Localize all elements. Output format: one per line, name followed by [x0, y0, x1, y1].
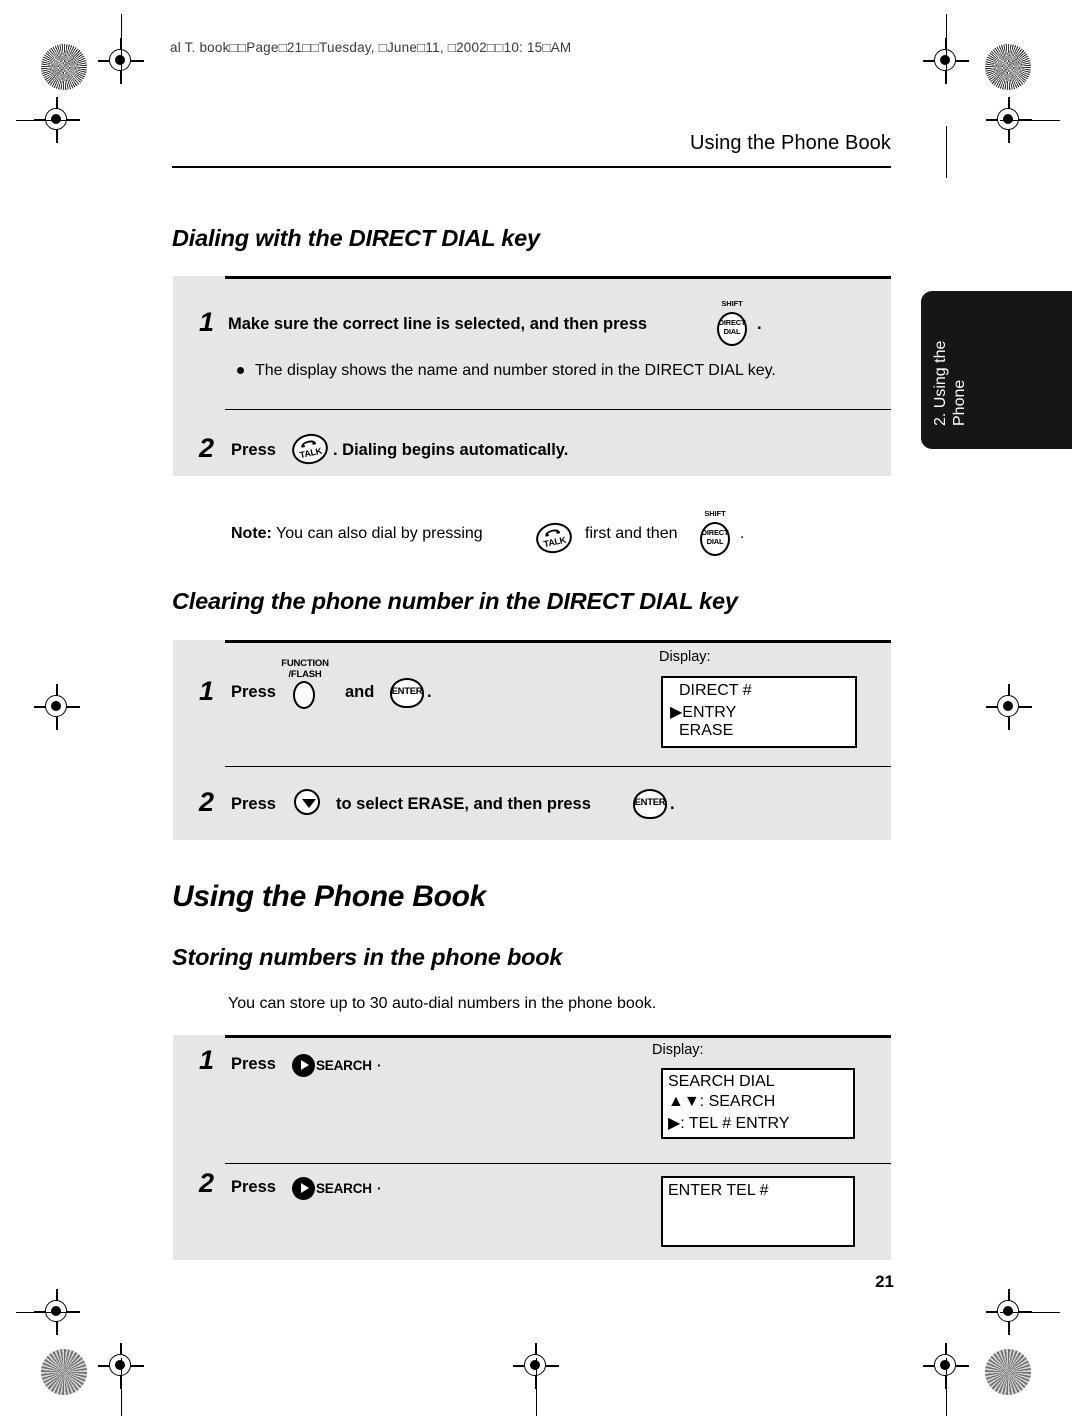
step-text-trailing: .	[670, 795, 675, 813]
display-label: Display:	[659, 649, 711, 665]
note-part2: first and then	[585, 525, 678, 542]
registration-rosette-bottom-left	[41, 1349, 87, 1395]
note-part1: You can also dial by pressing	[276, 525, 483, 542]
heading-clearing-direct-dial: Clearing the phone number in the DIRECT …	[172, 588, 738, 614]
display-line: DIRECT #	[679, 682, 752, 699]
enter-cap: ENTER	[391, 686, 423, 697]
trim-line-bottom-center-vertical	[536, 1358, 538, 1416]
display-line: ▶ENTRY	[670, 704, 737, 721]
direct-dial-cap-line2: DIAL	[723, 327, 741, 336]
step-number: 2	[199, 1168, 215, 1198]
search-key-word: SEARCH	[316, 1058, 372, 1073]
section-tab-label: 2. Using the Phone	[932, 340, 968, 426]
display-box: ENTER TEL #	[661, 1176, 855, 1247]
direct-dial-key-icon[interactable]: SHIFT DIRECT DIAL	[717, 299, 747, 346]
display-line: ▲▼: SEARCH	[668, 1093, 776, 1110]
display-line: ERASE	[679, 722, 734, 739]
step-text-middle: to select ERASE, and then press	[336, 795, 591, 813]
step-number: 1	[199, 307, 215, 337]
trim-line-bottom-vertical	[121, 1358, 123, 1416]
display-box: SEARCH DIAL ▲▼: SEARCH ▶: TEL # ENTRY	[661, 1068, 855, 1139]
bullet-dot	[237, 367, 244, 375]
display-line: ▶: TEL # ENTRY	[668, 1115, 790, 1132]
note-part3: .	[740, 525, 745, 542]
step-text-middle: and	[345, 683, 375, 701]
step-number: 1	[199, 676, 215, 706]
chevron-down-icon	[302, 799, 316, 808]
enter-cap: ENTER	[634, 797, 666, 808]
section-tab: 2. Using the Phone	[921, 291, 1072, 449]
intro-text: You can store up to 30 auto-dial numbers…	[228, 995, 657, 1012]
running-header: al T. book□□Page□21□□Tuesday, □June□11, …	[170, 40, 572, 55]
step-number: 1	[199, 1045, 215, 1075]
panel3-step-separator	[225, 1163, 891, 1165]
step-text: Press	[231, 1055, 276, 1073]
trim-line-left-lower-horizontal	[16, 1312, 76, 1314]
step-text: Press	[231, 1178, 276, 1196]
page-title: Using the Phone Book	[689, 132, 891, 154]
enter-key-icon[interactable]: ENTER	[633, 789, 667, 819]
trim-line-left-horizontal	[16, 120, 76, 122]
trim-line-right-lower-horizontal	[1000, 1312, 1060, 1314]
panel1-step-separator	[225, 409, 891, 411]
step-number: 2	[199, 787, 215, 817]
registration-rosette-top-right	[985, 44, 1031, 90]
registration-rosette-bottom-right	[985, 1349, 1031, 1395]
direct-dial-cap-line1: DIRECT	[718, 318, 746, 327]
display-line: ENTER TEL #	[668, 1182, 769, 1199]
panel2-step-separator	[225, 766, 891, 768]
search-key-circle	[292, 1177, 315, 1200]
header-rule	[172, 166, 891, 169]
display-label: Display:	[652, 1042, 704, 1058]
trim-line-header-vertical	[946, 126, 948, 178]
step-text: Press	[231, 441, 276, 459]
search-key-trailing: ·	[377, 1181, 382, 1196]
manual-page: al T. book□□Page□21□□Tuesday, □June□11, …	[0, 0, 1072, 1428]
registration-rosette-top-left	[41, 44, 87, 90]
trim-line-right-horizontal	[1000, 120, 1060, 122]
play-triangle-icon	[301, 1060, 309, 1070]
step-text-trailing: .	[757, 315, 762, 333]
heading-dialing-direct-dial: Dialing with the DIRECT DIAL key	[172, 225, 540, 251]
trim-line-top-vertical	[121, 14, 123, 74]
search-key-word: SEARCH	[316, 1181, 372, 1196]
panel2-top-rule	[225, 640, 891, 643]
step-text-trailing: . Dialing begins automatically.	[333, 441, 569, 459]
direct-dial-cap-line1: DIRECT	[701, 528, 729, 537]
step-text: Press	[231, 795, 276, 813]
play-triangle-icon	[301, 1183, 309, 1193]
panel3-top-rule	[225, 1035, 891, 1038]
down-arrow-key-icon[interactable]	[294, 789, 320, 815]
display-line: SEARCH DIAL	[668, 1073, 775, 1090]
bullet-text: The display shows the name and number st…	[255, 362, 776, 379]
function-flash-key-icon[interactable]: FUNCTION /FLASH	[281, 658, 329, 709]
direct-dial-key-icon[interactable]: SHIFT DIRECT DIAL	[700, 509, 730, 556]
shift-label: SHIFT	[721, 299, 743, 308]
function-flash-label-line1: FUNCTION	[281, 658, 329, 669]
function-flash-label-line2: /FLASH	[288, 668, 322, 680]
registration-mark-left-middle	[34, 684, 80, 730]
trim-line-top-right-vertical	[946, 14, 948, 74]
search-key-trailing: ·	[377, 1058, 382, 1073]
step-number: 2	[199, 433, 215, 463]
heading-storing-numbers: Storing numbers in the phone book	[172, 944, 563, 970]
note-line: Note: You can also dial by pressing	[231, 525, 483, 543]
step-bullet: The display shows the name and number st…	[237, 362, 776, 380]
page-number: 21	[875, 1272, 894, 1291]
note-label: Note:	[231, 525, 272, 542]
enter-key-icon[interactable]: ENTER	[390, 678, 424, 708]
step-text: Press	[231, 683, 276, 701]
direct-dial-cap-line2: DIAL	[706, 537, 724, 546]
talk-key-icon[interactable]: TALK	[533, 519, 575, 557]
search-key-circle	[292, 1054, 315, 1077]
panel1-top-rule	[225, 276, 891, 279]
heading-using-phone-book: Using the Phone Book	[172, 880, 487, 913]
registration-mark-right-middle	[986, 684, 1032, 730]
step-text: Make sure the correct line is selected, …	[228, 315, 648, 333]
step-text-trailing: .	[427, 683, 432, 701]
shift-label: SHIFT	[704, 509, 726, 518]
display-box: DIRECT # ▶ENTRY ERASE	[661, 676, 857, 748]
trim-line-bottom-right-vertical	[946, 1358, 948, 1416]
